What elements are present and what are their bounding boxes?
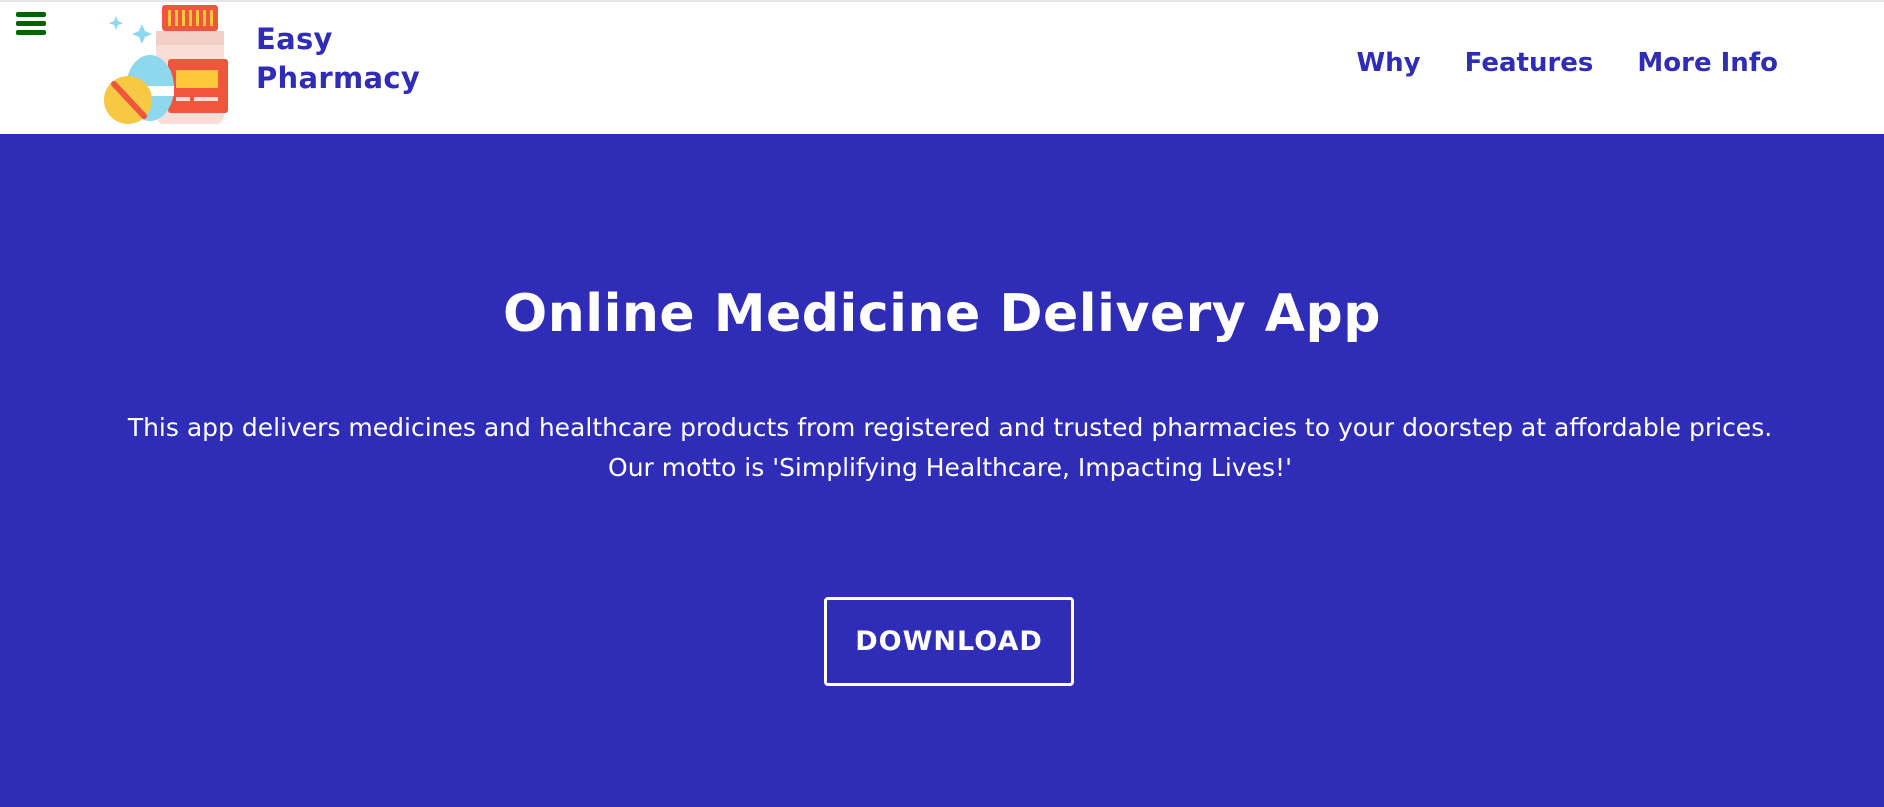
nav-link-why[interactable]: Why — [1356, 48, 1420, 78]
top-navigation-bar: Easy Pharmacy Why Features More Info — [0, 0, 1884, 134]
nav-link-more-info[interactable]: More Info — [1637, 48, 1778, 78]
hero-section: Online Medicine Delivery App This app de… — [0, 134, 1884, 807]
hero-title: Online Medicine Delivery App — [503, 284, 1381, 344]
download-button[interactable]: DOWNLOAD — [824, 597, 1074, 686]
hamburger-menu-icon[interactable] — [16, 12, 46, 36]
brand-line-pharmacy: Pharmacy — [256, 61, 421, 95]
menu-line — [16, 12, 46, 17]
main-nav: Why Features More Info — [1356, 48, 1778, 78]
brand-line-easy: Easy — [256, 22, 333, 56]
brand-name[interactable]: Easy Pharmacy — [256, 20, 426, 98]
menu-line — [16, 30, 46, 35]
hero-description: This app delivers medicines and healthca… — [127, 413, 1773, 482]
pharmacy-logo-icon[interactable] — [104, 4, 230, 124]
menu-line — [16, 21, 46, 26]
nav-link-features[interactable]: Features — [1465, 48, 1594, 78]
